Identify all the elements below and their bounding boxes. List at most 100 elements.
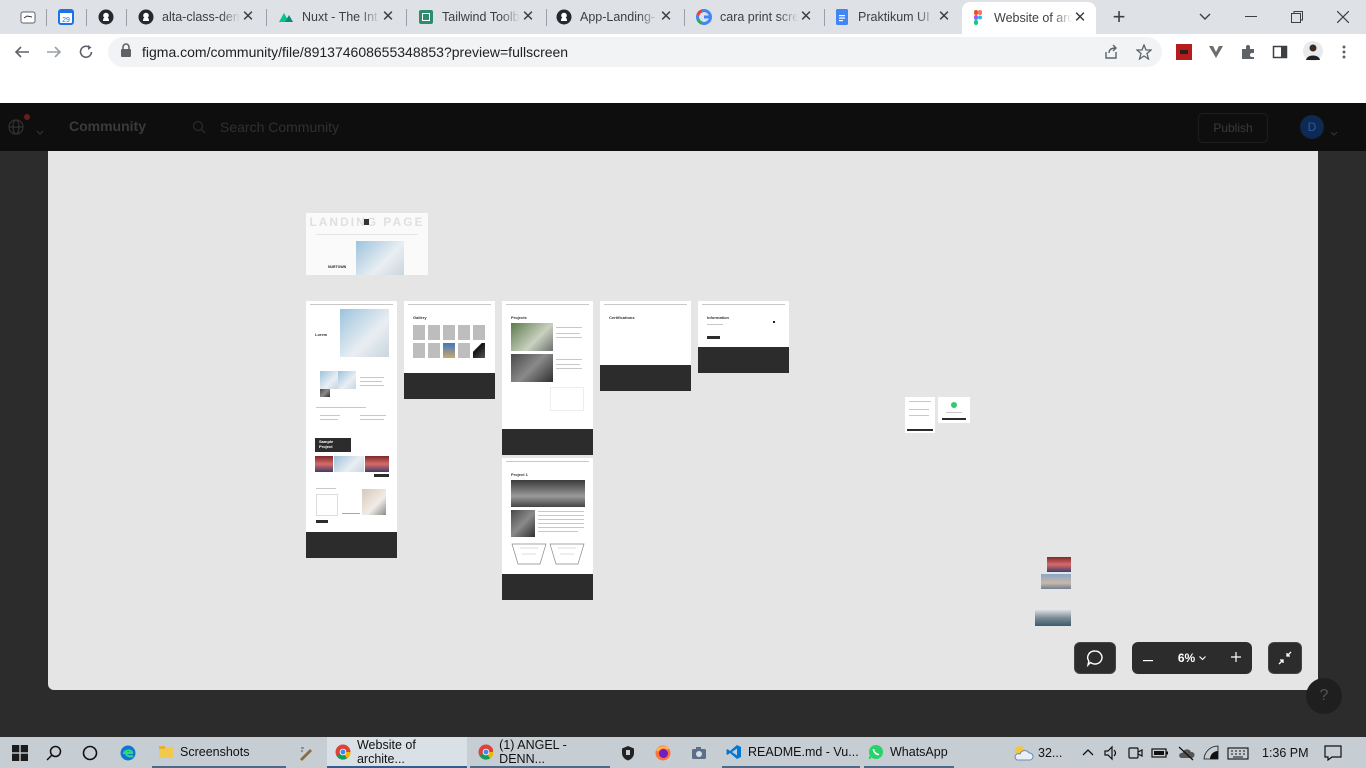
reload-button[interactable] [72,38,100,66]
close-tab-icon[interactable]: ✕ [798,9,814,25]
tab-pinned-calendar[interactable]: 29 [50,2,86,32]
community-title[interactable]: Community [69,118,146,134]
restore-button[interactable] [1274,0,1320,34]
tab-pinned-toolbox[interactable] [12,2,46,32]
taskbar-vscode[interactable]: README.md - Vu... [722,737,860,768]
vscode-icon [726,744,741,759]
frame-project-detail[interactable]: Project 1 [502,458,593,600]
thumb-image [320,389,330,397]
nav-line [702,304,785,305]
user-avatar[interactable]: D [1300,115,1324,139]
extension-red-icon[interactable] [1176,44,1192,60]
close-tab-icon[interactable]: ✕ [1072,10,1088,26]
start-button[interactable] [8,737,32,768]
minimize-button[interactable] [1228,0,1274,34]
tab-pinned-github[interactable] [90,2,126,32]
profile-avatar-icon[interactable] [1303,41,1323,61]
wifi-icon[interactable] [1203,745,1219,761]
search-icon [192,120,206,139]
frame-gallery[interactable]: Gallery [404,301,495,399]
windows-logo-icon [12,744,28,761]
frame-information[interactable]: Information [698,301,789,373]
more-menu-icon[interactable] [1336,44,1352,60]
zoom-in-button[interactable] [1220,651,1252,665]
tab-app-landing[interactable]: App-Landing- ✕ [548,2,682,32]
tab-search-button[interactable] [1182,0,1228,34]
taskbar-chrome-figma[interactable]: Website of archite... [327,737,467,768]
cloud-sync-icon[interactable] [1177,745,1195,761]
chevron-up-icon[interactable] [1081,746,1095,760]
gallery-tile [443,325,455,340]
taskbar-search-button[interactable] [46,737,62,768]
forward-button[interactable] [40,38,68,66]
tab-figma-active[interactable]: Website of arc ✕ [962,2,1096,34]
browser-toolbar: figma.com/community/file/891374608655348… [0,34,1366,70]
close-tab-icon[interactable]: ✕ [240,9,256,25]
asset-image[interactable] [1041,574,1071,589]
task-view-button[interactable] [82,737,98,768]
clock[interactable]: 1:36 PM [1262,737,1309,768]
side-panel-icon[interactable] [1272,44,1288,60]
search-community-input[interactable]: Search Community [220,119,339,135]
text-line [909,415,929,416]
exit-fullscreen-button[interactable] [1268,642,1302,674]
taskbar-app-pen[interactable] [298,737,314,768]
address-bar[interactable]: figma.com/community/file/891374608655348… [108,37,1162,67]
tab-praktikum-ui[interactable]: Praktikum UI ✕ [826,2,960,32]
text-line [538,515,584,516]
weather-widget[interactable]: 32... [1012,737,1062,768]
new-tab-button[interactable]: + [1108,6,1130,28]
toolbox-icon [20,9,36,25]
taskbar-camera[interactable] [691,737,707,768]
taskbar-firefox[interactable] [655,737,671,768]
notifications-button[interactable] [1324,737,1342,768]
frame-success-modal[interactable] [938,397,970,423]
back-button[interactable] [8,38,36,66]
cover-brand: NURTOWN [328,265,347,269]
zoom-level-dropdown[interactable]: 6% [1164,651,1220,665]
zoom-out-button[interactable] [1132,651,1164,665]
chevron-down-icon[interactable] [1330,124,1338,142]
tab-tailwind-toolbox[interactable]: Tailwind Toolb ✕ [410,2,544,32]
bookmark-star-icon[interactable] [1135,43,1153,61]
minus-icon [1143,660,1153,662]
battery-icon[interactable] [1151,745,1169,761]
taskbar-screenshots[interactable]: Screenshots [152,737,286,768]
help-button[interactable]: ? [1306,678,1342,714]
asset-image[interactable] [1047,557,1071,572]
close-tab-icon[interactable]: ✕ [936,9,952,25]
extensions-puzzle-icon[interactable] [1240,44,1256,60]
publish-button[interactable]: Publish [1198,113,1268,143]
frame-small-form[interactable] [905,397,935,433]
footer [404,373,495,399]
volume-icon[interactable] [1103,745,1119,761]
asset-image[interactable] [1035,610,1071,626]
chevron-down-icon[interactable] [36,123,44,141]
globe-icon[interactable] [8,119,24,140]
text-line [909,409,929,410]
close-tab-icon[interactable]: ✕ [520,9,536,25]
close-tab-icon[interactable]: ✕ [380,9,396,25]
close-window-button[interactable] [1320,0,1366,34]
meet-now-icon[interactable] [1127,745,1143,761]
frame-cover[interactable]: LANDING PAGE NURTOWN [306,213,428,275]
taskbar-edge[interactable] [120,737,136,768]
taskbar-chrome-angel[interactable]: (1) ANGEL - DENN... [470,737,610,768]
extension-v-icon[interactable] [1208,44,1224,60]
share-icon[interactable] [1103,44,1119,60]
frame-projects[interactable]: Projects [502,301,593,455]
frame-certifications[interactable]: Certifications [600,301,691,391]
tab-google-search[interactable]: cara print scre ✕ [688,2,822,32]
tab-nuxt[interactable]: Nuxt - The Int ✕ [270,2,404,32]
close-tab-icon[interactable]: ✕ [658,9,674,25]
frame-home[interactable]: Lorem Sample Project [306,301,397,558]
success-check-icon [951,402,957,408]
figma-canvas[interactable]: LANDING PAGE NURTOWN Lorem Sample Projec… [48,151,1318,690]
taskbar-app-shield[interactable] [620,737,636,768]
tab-alta-class[interactable]: alta-class-dem ✕ [130,2,264,32]
comment-button[interactable] [1074,642,1116,674]
taskbar-whatsapp[interactable]: WhatsApp [864,737,954,768]
svg-text:29: 29 [62,17,70,24]
google-icon [696,9,712,25]
keyboard-icon[interactable] [1227,746,1249,760]
